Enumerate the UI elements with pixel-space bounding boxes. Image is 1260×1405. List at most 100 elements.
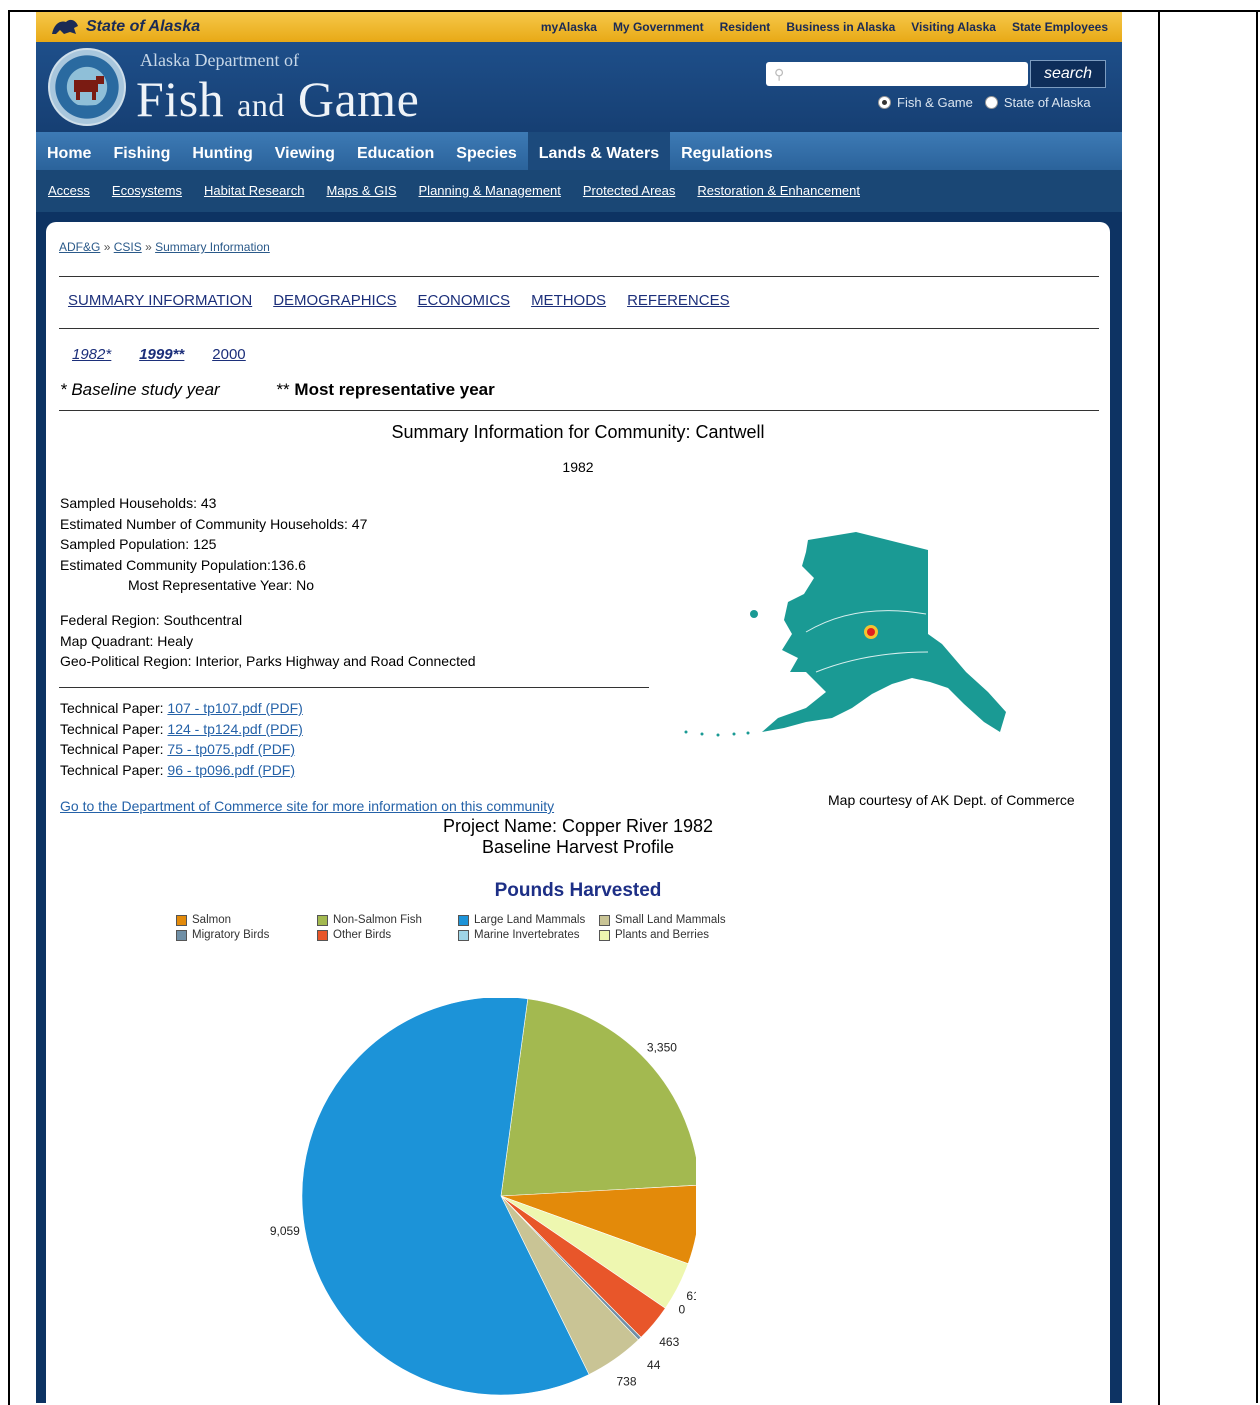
tech-paper-label: Technical Paper: [60,700,164,716]
breadcrumb: ADF&G » CSIS » Summary Information [59,240,270,254]
stat-line: Sampled Population: 125 [60,536,217,552]
frame-edge [1256,10,1258,1403]
frame-edge [1156,10,1260,12]
subnav-restoration[interactable]: Restoration & Enhancement [697,170,860,212]
dept-title-game: Game [297,71,420,127]
legend-swatch [317,929,328,941]
tech-paper-label: Technical Paper: [60,761,164,778]
year-suffix: * [105,346,112,363]
legend-swatch [458,929,469,941]
top-link-visiting[interactable]: Visiting Alaska [911,20,996,34]
most-rep-mark: ** [276,380,290,399]
subnav-protected-areas[interactable]: Protected Areas [583,170,676,212]
year-label: 2000 [212,346,246,363]
region-line: Geo-Political Region: Interior, Parks Hi… [60,653,476,669]
pie-label-non-salmon-fish: 3,350 [647,1040,677,1054]
tab-economics[interactable]: ECONOMICS [418,292,511,309]
nav-hunting[interactable]: Hunting [181,132,263,170]
legend-item-large-land-mammals: Large Land Mammals [458,914,599,926]
dept-subtitle: Alaska Department of [140,50,299,70]
subnav-maps-gis[interactable]: Maps & GIS [326,170,396,212]
legend-item-plants-berries: Plants and Berries [599,929,740,941]
legend-label: Salmon [192,914,231,926]
adfg-seal-logo[interactable] [48,48,126,126]
legend-label: Small Land Mammals [615,914,726,926]
alaska-map [684,532,1006,737]
tab-methods[interactable]: METHODS [531,292,606,309]
divider [59,276,1099,277]
breadcrumb-adfg[interactable]: ADF&G [59,240,100,254]
most-rep-year-line: Most Representative Year: No [128,577,314,593]
nav-education[interactable]: Education [346,132,445,170]
legend-item-migratory-birds: Migratory Birds [176,929,317,941]
site-header: Alaska Department of Fish and Game ⚲ sea… [36,42,1122,132]
breadcrumb-csis[interactable]: CSIS [114,240,142,254]
breadcrumb-sep: » [103,240,111,254]
region-line: Map Quadrant: Healy [60,632,194,649]
commerce-link-wrap: Go to the Department of Commerce site fo… [60,796,554,817]
top-link-my-government[interactable]: My Government [613,20,704,34]
tech-paper-link-75[interactable]: 75 - tp075.pdf (PDF) [167,741,295,757]
scope-radio-fish-game[interactable] [878,96,891,109]
search-icon: ⚲ [774,66,785,82]
scope-label-state: State of Alaska [1003,95,1091,110]
year-link-1999[interactable]: 1999** [139,346,184,363]
dept-title-and: and [237,87,285,123]
legend-label: Migratory Birds [192,929,270,941]
legend-swatch [176,929,187,941]
nav-lands-waters[interactable]: Lands & Waters [527,132,671,170]
tech-paper-link-124[interactable]: 124 - tp124.pdf (PDF) [167,721,302,737]
divider [59,328,1099,329]
subnav-ecosystems[interactable]: Ecosystems [112,170,182,212]
top-links: myAlaska My Government Resident Business… [541,20,1108,34]
tab-demographics[interactable]: DEMOGRAPHICS [273,292,396,309]
nav-viewing[interactable]: Viewing [264,132,346,170]
technical-papers: Technical Paper: 107 - tp107.pdf (PDF) T… [60,698,303,780]
legend-swatch [458,914,469,926]
divider [59,410,1099,411]
legend-item-other-birds: Other Birds [317,929,458,941]
subnav-habitat-research[interactable]: Habitat Research [204,170,304,212]
nav-home[interactable]: Home [36,132,102,170]
dept-title-fish: Fish [136,71,225,127]
stat-line: Estimated Number of Community Households… [60,515,368,532]
project-name: Project Name: Copper River 1982 [442,816,714,836]
tab-summary-information[interactable]: SUMMARY INFORMATION [68,292,252,309]
commerce-link[interactable]: Go to the Department of Commerce site fo… [60,798,554,814]
search-input[interactable]: ⚲ [766,62,1028,86]
search-button[interactable]: search [1030,60,1106,88]
pie-slice-non-salmon-fish [500,998,696,1197]
content-panel: ADF&G » CSIS » Summary Information SUMMA… [46,222,1110,1403]
legend-label: Large Land Mammals [474,914,586,926]
year-link-1982[interactable]: 1982* [72,346,111,363]
pounds-harvested-pie: 3,3509756110463447389,059 [270,998,696,1396]
legend-item-non-salmon-fish: Non-Salmon Fish [317,914,458,926]
chart-legend: Salmon Non-Salmon Fish Large Land Mammal… [176,914,740,941]
legend-label: Non-Salmon Fish [333,914,422,926]
nav-regulations[interactable]: Regulations [670,132,784,170]
subnav-planning[interactable]: Planning & Management [419,170,561,212]
top-link-myalaska[interactable]: myAlaska [541,20,597,34]
state-of-alaska-text: State of Alaska [86,18,201,35]
legend-swatch [599,914,610,926]
tab-references[interactable]: REFERENCES [627,292,730,309]
tech-paper-link-96[interactable]: 96 - tp096.pdf (PDF) [167,762,295,778]
baseline-note: * Baseline study year [60,380,220,399]
year-link-2000[interactable]: 2000 [212,346,245,363]
state-top-bar: State of Alaska myAlaska My Government R… [36,12,1122,42]
breadcrumb-summary[interactable]: Summary Information [155,240,270,254]
top-link-state-employees[interactable]: State Employees [1012,20,1108,34]
dept-title[interactable]: Fish and Game [136,70,419,128]
state-of-alaska-logo[interactable]: State of Alaska [50,14,200,40]
scope-radio-state[interactable] [984,96,998,109]
nav-species[interactable]: Species [445,132,527,170]
pie-label-marine-invertebrates: 0 [678,1303,685,1317]
top-link-business[interactable]: Business in Alaska [786,20,895,34]
household-stats: Sampled Households: 43 Estimated Number … [60,493,367,596]
top-link-resident[interactable]: Resident [720,20,771,34]
sub-nav: Access Ecosystems Habitat Research Maps … [36,170,1122,212]
most-rep-note: Most representative year [294,380,495,399]
subnav-access[interactable]: Access [48,170,90,212]
nav-fishing[interactable]: Fishing [102,132,181,170]
tech-paper-link-107[interactable]: 107 - tp107.pdf (PDF) [167,700,302,716]
